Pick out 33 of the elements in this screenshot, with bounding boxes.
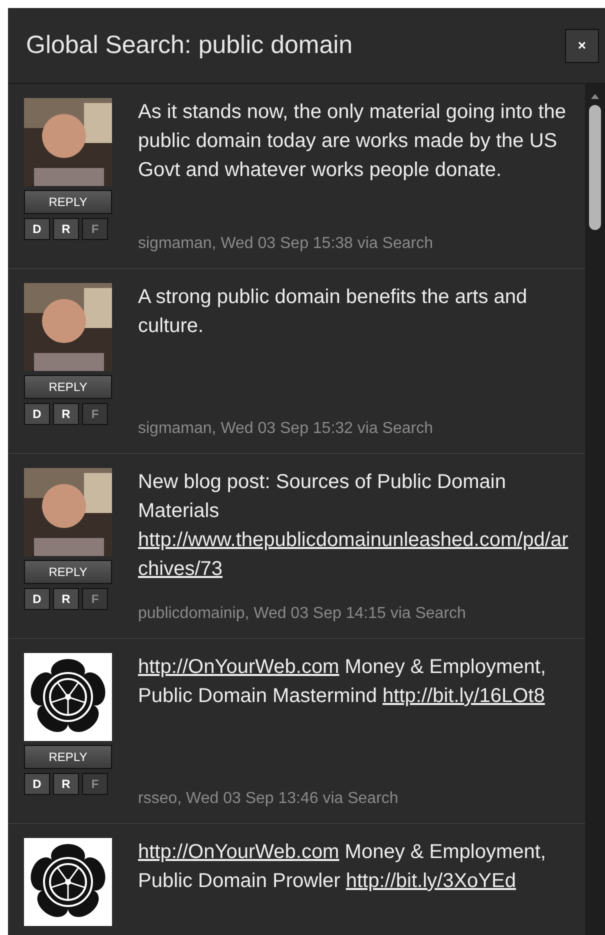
tweet-text: As it stands now, the only material going into the public domain today are works made by the US Govt and whatever works people donate.	[138, 100, 568, 183]
reply-button[interactable]: REPLY	[24, 190, 112, 214]
tweet-meta: sigmaman, Wed 03 Sep 15:38 via Search	[138, 234, 434, 254]
window-title: Global Search: public domain	[26, 30, 353, 61]
reply-button[interactable]: REPLY	[24, 375, 112, 399]
action-button[interactable]: D	[24, 588, 50, 610]
tweet-meta: publicdomainip, Wed 03 Sep 14:15 via Search	[138, 604, 467, 624]
tweet-text: New blog post: Sources of Public Domain Materials http://www.thepublicdomainunleashed.com/pd/archives/73	[138, 468, 575, 584]
crest-icon	[24, 653, 112, 741]
tweet-link[interactable]: http://OnYourWeb.com	[138, 653, 340, 682]
action-button[interactable]: D	[24, 773, 50, 795]
action-button[interactable]: D	[24, 218, 50, 240]
tweet-text: http://OnYourWeb.com Money & Employment, Public Domain Prowler http://bit.ly/3XoYEd	[138, 838, 575, 896]
tweet-link[interactable]: http://www.thepublicdomainunleashed.com/pd/archives/73	[138, 526, 575, 584]
action-button[interactable]: R	[53, 773, 79, 795]
tweet-link[interactable]: http://bit.ly/3XoYEd	[346, 867, 516, 896]
reply-button[interactable]: REPLY	[24, 745, 112, 769]
action-button[interactable]: R	[53, 218, 79, 240]
action-button[interactable]: R	[53, 588, 79, 610]
scroll-up-icon[interactable]	[591, 94, 599, 99]
reply-button[interactable]: REPLY	[24, 560, 112, 584]
tweet-meta: rsseo, Wed 03 Sep 13:46 via Search	[138, 789, 400, 809]
close-button[interactable]: ×	[565, 28, 599, 62]
tweet-link[interactable]: http://OnYourWeb.com	[138, 838, 340, 867]
scrollbar-thumb[interactable]	[589, 105, 601, 230]
tweet-link[interactable]: http://bit.ly/16LOt8	[382, 682, 545, 711]
tweet-meta: sigmaman, Wed 03 Sep 15:32 via Search	[138, 419, 434, 439]
crest-icon	[24, 838, 112, 926]
action-button[interactable]: R	[53, 403, 79, 425]
scrollbar[interactable]	[585, 84, 605, 935]
tweet-text: A strong public domain benefits the arts and culture.	[138, 285, 528, 339]
action-button[interactable]: D	[24, 403, 50, 425]
tweet-text: http://OnYourWeb.com Money & Employment, Public Domain Mastermind http://bit.ly/16LOt8	[138, 653, 575, 711]
